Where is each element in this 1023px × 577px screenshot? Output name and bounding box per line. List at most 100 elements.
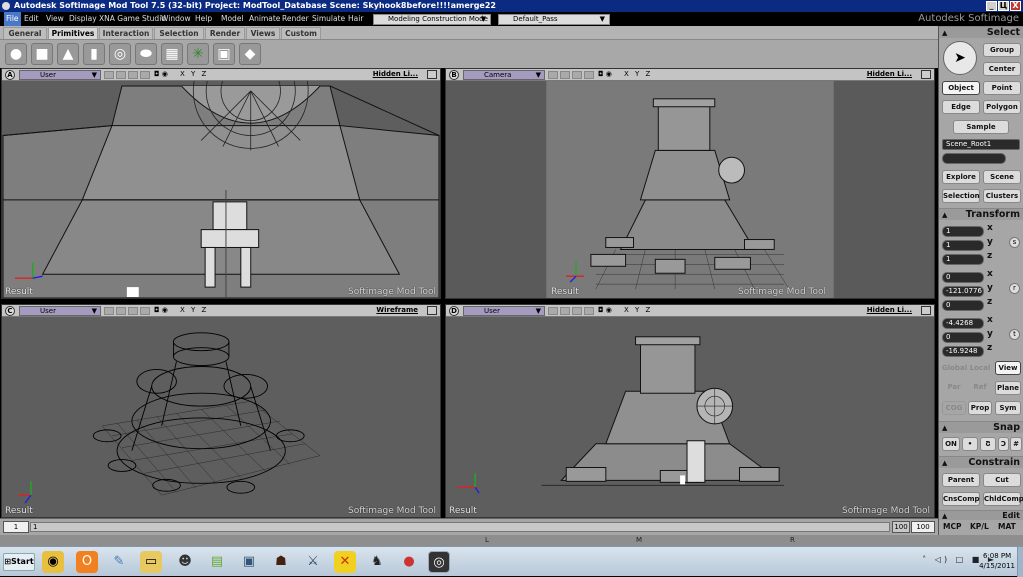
shading-menu[interactable]: Hidden Li... (867, 305, 912, 316)
ref-button[interactable]: Ref (968, 381, 992, 395)
scale-x-field[interactable]: 1 (942, 226, 984, 237)
disc-tool-icon[interactable]: ⬬ (135, 43, 157, 65)
timeline-end-field[interactable]: 100 (892, 521, 910, 533)
menu-view[interactable]: View (46, 12, 64, 26)
translation-z-field[interactable]: -16.9248 (942, 346, 984, 357)
cone-tool-icon[interactable]: ▲ (57, 43, 79, 65)
snap-section-header[interactable]: ▲ Snap (939, 421, 1023, 433)
chrome-icon[interactable]: ◉ (42, 551, 64, 573)
timeline-end-button[interactable]: 100 (911, 521, 935, 533)
axis-buttons[interactable]: X Y Z (180, 69, 208, 80)
maximize-icon[interactable] (921, 70, 931, 79)
construction-mode-select[interactable]: Modeling Construction Mode ▼ (373, 14, 491, 25)
material-tool-icon[interactable]: ◆ (239, 43, 261, 65)
menu-edit[interactable]: Edit (24, 12, 39, 26)
camera-menu[interactable]: User ▼ (19, 70, 101, 80)
viewport-a[interactable]: A User ▼ ◘ ◉ X Y Z Hidden Li... Result S… (1, 68, 441, 299)
kpl-tab[interactable]: KP/L (970, 520, 989, 534)
camera-eye-icon[interactable]: ◘ ◉ (154, 69, 168, 80)
tools-icon[interactable]: ✎ (108, 551, 130, 573)
point-button[interactable]: Point (983, 81, 1021, 95)
folder-icon[interactable]: ▭ (140, 551, 162, 573)
tab-custom[interactable]: Custom (281, 27, 321, 39)
panel-l-button[interactable]: L (485, 536, 489, 544)
timeline-track[interactable]: 1 (30, 522, 890, 532)
plane-button[interactable]: Plane (995, 381, 1021, 395)
snap-curve-icon[interactable]: Շ (980, 437, 996, 451)
torus-tool-icon[interactable]: ◎ (109, 43, 131, 65)
shading-menu[interactable]: Hidden Li... (867, 69, 912, 80)
polygon-button[interactable]: Polygon (983, 100, 1021, 114)
panel-r-button[interactable]: R (790, 536, 795, 544)
maximize-icon[interactable] (427, 306, 437, 315)
translation-y-field[interactable]: 0 (942, 332, 984, 343)
edit-section-header[interactable]: ▲ Edit (939, 510, 1023, 520)
rotation-y-field[interactable]: -121.0776 (942, 286, 984, 297)
center-button[interactable]: Center (983, 62, 1021, 76)
clock[interactable]: 6:08 PM 4/15/2011 (979, 551, 1015, 571)
selection-filter-field[interactable] (942, 153, 1006, 164)
selection-button[interactable]: Selection (942, 189, 980, 203)
camera-menu[interactable]: Camera ▼ (463, 70, 545, 80)
tab-render[interactable]: Render (205, 27, 245, 39)
null-tool-icon[interactable]: ✳ (187, 43, 209, 65)
viewport-canvas[interactable]: Result Softimage Mod Tool (2, 317, 440, 517)
tab-primitives[interactable]: Primitives (48, 27, 98, 39)
rotation-r-button[interactable]: r (1009, 283, 1020, 294)
viewport-letter[interactable]: C (5, 306, 15, 316)
rotation-z-field[interactable]: 0 (942, 300, 984, 311)
shadow-icon[interactable]: ☗ (270, 551, 292, 573)
grid-tool-icon[interactable]: ▦ (161, 43, 183, 65)
global-button[interactable]: Global (942, 362, 967, 376)
menu-animate[interactable]: Animate (249, 12, 280, 26)
render-pass-select[interactable]: Default_Pass ▼ (498, 14, 610, 25)
snap-grid-icon[interactable]: # (1010, 437, 1022, 451)
maximize-icon[interactable] (427, 70, 437, 79)
visibility-toggles[interactable] (548, 71, 594, 79)
cog-button[interactable]: COG (942, 401, 966, 415)
axis-buttons[interactable]: X Y Z (180, 305, 208, 316)
camera-menu[interactable]: User ▼ (463, 306, 545, 316)
snap-on-button[interactable]: ON (942, 437, 960, 451)
axis-z-label[interactable]: z (987, 297, 992, 307)
cut-button[interactable]: Cut (983, 473, 1021, 487)
outlook-icon[interactable]: O (76, 551, 98, 573)
visibility-toggles[interactable] (104, 307, 150, 315)
cylinder-tool-icon[interactable]: ▮ (83, 43, 105, 65)
sphere-tool-icon[interactable]: ● (5, 43, 27, 65)
select-arrow-icon[interactable]: ➤ (943, 41, 977, 75)
viewport-letter[interactable]: D (449, 306, 459, 316)
axis-x-label[interactable]: x (987, 315, 993, 325)
camera-menu[interactable]: User ▼ (19, 306, 101, 316)
viewport-c[interactable]: C User ▼ ◘ ◉ X Y Z Wireframe Result Soft… (1, 304, 441, 518)
scale-y-field[interactable]: 1 (942, 240, 984, 251)
menu-file[interactable]: File (4, 12, 21, 26)
menu-display[interactable]: Display (69, 12, 97, 26)
axis-z-label[interactable]: z (987, 251, 992, 261)
group-button[interactable]: Group (983, 43, 1021, 57)
restore-button[interactable]: Ц (998, 1, 1009, 11)
camera-eye-icon[interactable]: ◘ ◉ (154, 305, 168, 316)
rotation-x-field[interactable]: 0 (942, 272, 984, 283)
menu-window[interactable]: Window (161, 12, 191, 26)
prop-button[interactable]: Prop (968, 401, 992, 415)
menu-simulate[interactable]: Simulate (312, 12, 345, 26)
translation-t-button[interactable]: t (1009, 329, 1020, 340)
axis-buttons[interactable]: X Y Z (624, 69, 652, 80)
tab-selection[interactable]: Selection (154, 27, 204, 39)
scale-s-button[interactable]: s (1009, 237, 1020, 248)
sword-icon[interactable]: ⚔ (302, 551, 324, 573)
minimize-button[interactable]: _ (986, 1, 997, 11)
book-icon[interactable]: ▤ (206, 551, 228, 573)
menu-xna[interactable]: XNA Game Studio (99, 12, 166, 26)
snap-point-icon[interactable]: • (962, 437, 978, 451)
cube-tool-icon[interactable]: ■ (31, 43, 53, 65)
snap-arc-icon[interactable]: Ɔ (998, 437, 1009, 451)
clone-icon[interactable]: ♞ (366, 551, 388, 573)
viewport-d[interactable]: D User ▼ ◘ ◉ X Y Z Hidden Li... Result So… (445, 304, 935, 518)
constrain-section-header[interactable]: ▲ Constrain (939, 456, 1023, 468)
axis-x-label[interactable]: x (987, 269, 993, 279)
xna-icon[interactable]: ✕ (334, 551, 356, 573)
select-section-header[interactable]: ▲ Select (939, 26, 1023, 38)
edge-button[interactable]: Edge (942, 100, 980, 114)
